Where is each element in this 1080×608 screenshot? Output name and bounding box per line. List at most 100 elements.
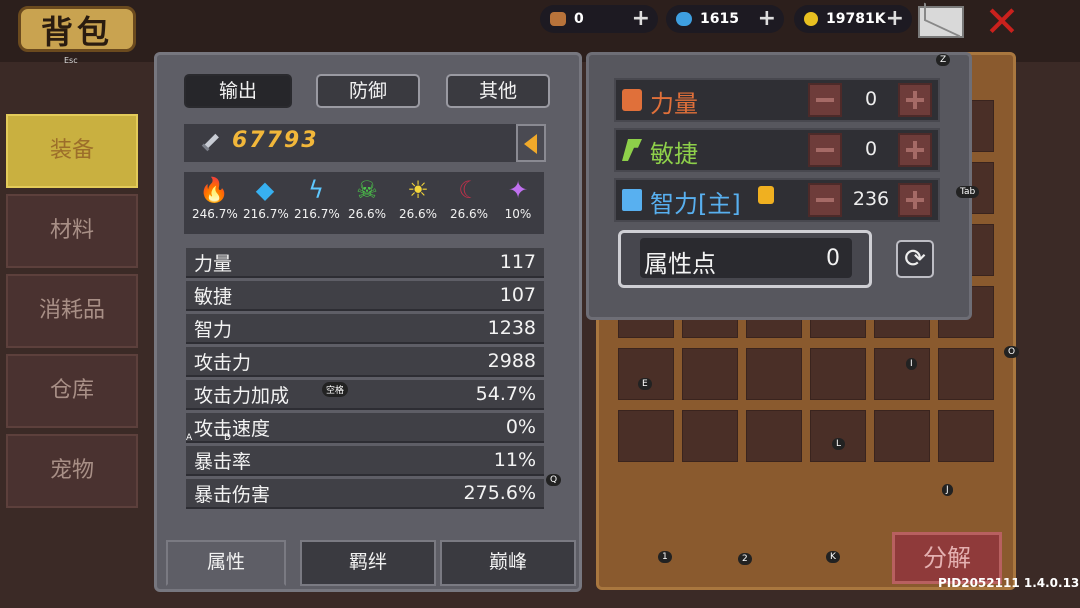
- hotkey-hint: 1: [658, 551, 672, 563]
- hotkey-hint: Tab: [956, 186, 980, 198]
- gem-icon: [676, 12, 692, 26]
- add-food-button[interactable]: +: [632, 6, 650, 31]
- esc-hint: Esc: [64, 56, 78, 65]
- attribute-points-value: 0: [826, 246, 840, 271]
- hotkey-hint: J: [942, 484, 953, 496]
- stat-value: 275.6%: [463, 482, 536, 504]
- sidebar-item-equipment[interactable]: 装备: [6, 114, 138, 188]
- hotkey-hint: L: [832, 438, 846, 450]
- inventory-slot[interactable]: [938, 348, 994, 400]
- agility-plus-button[interactable]: [898, 133, 932, 167]
- currency-gold: 19781K +: [794, 5, 912, 33]
- stat-label: 力量: [194, 252, 233, 275]
- inventory-slot[interactable]: [810, 410, 866, 462]
- inventory-slot[interactable]: [874, 410, 930, 462]
- reset-refresh-button[interactable]: ⟳: [896, 240, 934, 278]
- mail-icon[interactable]: [918, 6, 964, 38]
- element-dark: ☾ 26.6%: [447, 174, 491, 222]
- element-arcane-value: 10%: [504, 207, 532, 221]
- element-light: ☀ 26.6%: [396, 174, 440, 222]
- sidebar-item-pets[interactable]: 宠物: [6, 434, 138, 508]
- hotkey-hint: O: [1004, 346, 1020, 358]
- lightning-icon: ϟ: [308, 176, 324, 204]
- sun-icon: ☀: [407, 176, 429, 204]
- hotkey-hint: I: [906, 358, 917, 370]
- book-icon: [622, 189, 642, 211]
- backpack-title: 背包: [18, 6, 136, 52]
- attribute-label-intelligence: 智力[主]: [650, 190, 741, 218]
- element-fire: 🔥 246.7%: [192, 174, 238, 222]
- stat-label: 暴击率: [194, 450, 252, 473]
- inventory-slot[interactable]: [810, 348, 866, 400]
- inventory-slot[interactable]: [618, 410, 674, 462]
- expand-arrow-button[interactable]: [516, 124, 546, 162]
- agility-value: 0: [864, 138, 878, 160]
- element-poison: ☠ 26.6%: [345, 174, 389, 222]
- close-icon[interactable]: ✕: [982, 1, 1022, 43]
- intelligence-plus-button[interactable]: [898, 183, 932, 217]
- tab-peak[interactable]: 巅峰: [440, 540, 576, 586]
- hotkey-hint: Q: [546, 474, 562, 486]
- tab-output[interactable]: 输出: [184, 74, 292, 108]
- stat-value: 107: [499, 284, 536, 306]
- agility-minus-button[interactable]: [808, 133, 842, 167]
- element-ice-value: 216.7%: [243, 207, 289, 221]
- inventory-slot[interactable]: [618, 348, 674, 400]
- inventory-slot[interactable]: [682, 348, 738, 400]
- tab-bonds[interactable]: 羁绊: [300, 540, 436, 586]
- element-lightning: ϟ 216.7%: [294, 174, 340, 222]
- hotkey-hint: D: [224, 433, 231, 443]
- tab-other[interactable]: 其他: [446, 74, 550, 108]
- combat-power: 67793: [232, 128, 319, 153]
- currency-food: 0 +: [540, 5, 658, 33]
- inventory-slot[interactable]: [938, 410, 994, 462]
- hotkey-hint: K: [826, 551, 840, 563]
- stat-value: 54.7%: [475, 383, 536, 405]
- hotkey-hint: A: [186, 433, 193, 443]
- strength-value: 0: [864, 88, 878, 110]
- element-ice: ◆ 216.7%: [243, 174, 289, 222]
- sidebar-item-consumables[interactable]: 消耗品: [6, 274, 138, 348]
- stat-row: 力量 117: [186, 248, 544, 278]
- moon-icon: ☾: [458, 176, 480, 204]
- sidebar-item-warehouse[interactable]: 仓库: [6, 354, 138, 428]
- tab-attributes[interactable]: 属性: [166, 540, 286, 586]
- poison-skull-icon: ☠: [356, 176, 378, 204]
- add-gold-button[interactable]: +: [886, 6, 904, 31]
- attribute-label-agility: 敏捷: [650, 140, 698, 168]
- stat-row: 智力 1238: [186, 314, 544, 344]
- tab-defense[interactable]: 防御: [316, 74, 420, 108]
- stat-value: 11%: [493, 449, 536, 471]
- stat-label: 智力: [194, 318, 233, 341]
- add-gem-button[interactable]: +: [758, 6, 776, 31]
- element-poison-value: 26.6%: [347, 207, 387, 221]
- stat-value: 1238: [487, 317, 536, 339]
- inventory-slot[interactable]: [682, 410, 738, 462]
- main-attribute-badge-icon: [758, 186, 774, 204]
- attribute-points-label: 属性点: [644, 250, 716, 278]
- currency-food-value: 0: [574, 11, 584, 27]
- sidebar-item-materials[interactable]: 材料: [6, 194, 138, 268]
- strength-plus-button[interactable]: [898, 83, 932, 117]
- element-dark-value: 26.6%: [449, 207, 489, 221]
- sword-icon: [201, 133, 219, 152]
- fist-icon: [622, 89, 642, 111]
- inventory-slot[interactable]: [874, 348, 930, 400]
- element-light-value: 26.6%: [398, 207, 438, 221]
- hotkey-hint: 2: [738, 553, 752, 565]
- hotkey-hint: 空格: [322, 382, 349, 397]
- strength-minus-button[interactable]: [808, 83, 842, 117]
- inventory-slot[interactable]: [746, 410, 802, 462]
- inventory-slot[interactable]: [746, 348, 802, 400]
- intelligence-value: 236: [852, 188, 890, 210]
- stat-row: 攻击力 2988: [186, 347, 544, 377]
- stat-value: 2988: [487, 350, 536, 372]
- currency-gold-value: 19781K: [826, 11, 886, 27]
- stat-row: 攻击力加成 54.7%: [186, 380, 544, 410]
- hotkey-hint: E: [638, 378, 652, 390]
- stat-label: 攻击力: [194, 351, 252, 374]
- stat-value: 0%: [505, 416, 536, 438]
- stat-value: 117: [499, 251, 536, 273]
- intelligence-minus-button[interactable]: [808, 183, 842, 217]
- gold-coin-icon: [804, 12, 818, 26]
